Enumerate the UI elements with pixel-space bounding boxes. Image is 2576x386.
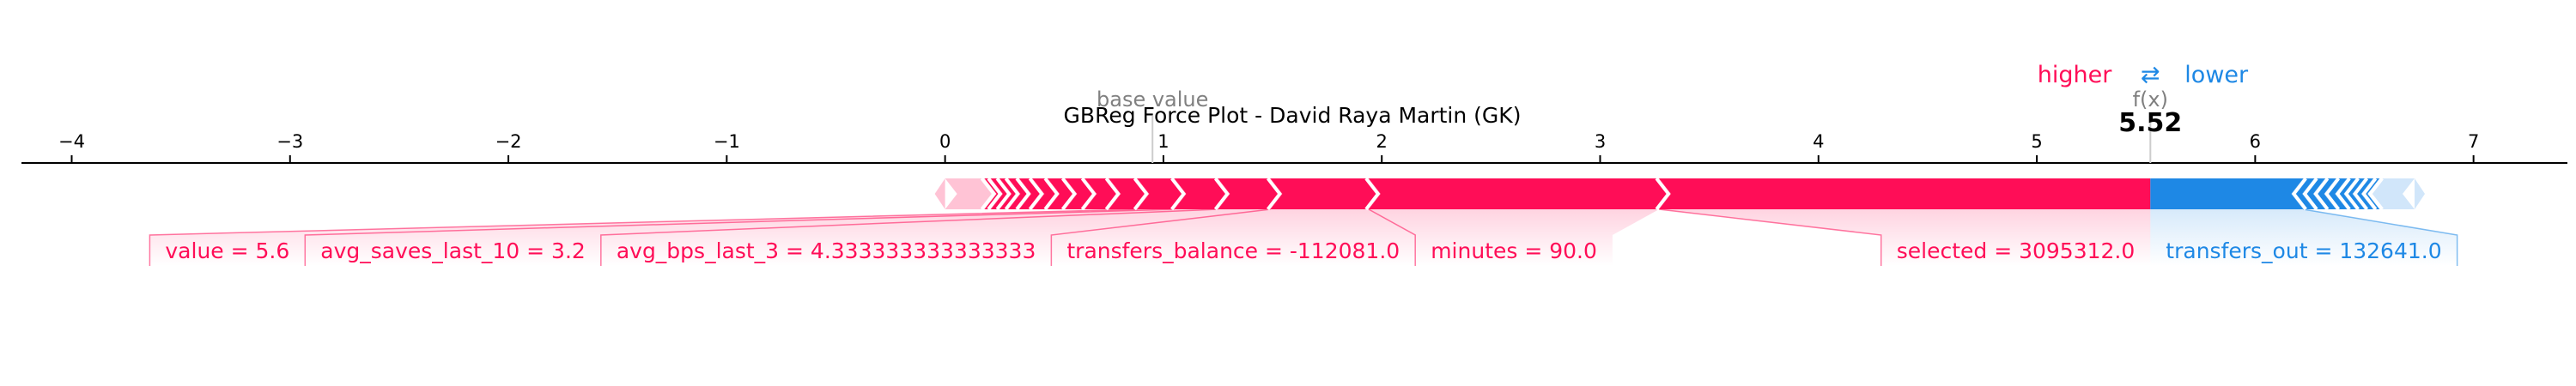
positive-force-arrow [1659, 178, 2151, 209]
x-axis-ticks: −4 −3 −2 −1 0 1 2 3 4 5 6 7 [58, 131, 2479, 163]
legend-lower: lower [2184, 62, 2249, 88]
force-plot: −4 −3 −2 −1 0 1 2 3 4 5 6 7 base value GBReg Force … [21, 62, 2567, 266]
feature-label-positive: minutes = 90.0 [1431, 238, 1597, 263]
feature-label-positive: transfers_balance = -112081.0 [1066, 238, 1400, 263]
x-tick-label: −3 [276, 131, 303, 152]
legend-higher: higher [2038, 62, 2112, 88]
x-tick-label: 3 [1595, 131, 1606, 152]
x-tick-label: 0 [939, 131, 951, 152]
x-tick-label: 1 [1157, 131, 1169, 152]
x-tick-label: −4 [58, 131, 85, 152]
legend-swap-icon: ⇄ [2141, 62, 2160, 88]
x-tick-label: 6 [2250, 131, 2261, 152]
x-tick-label: 2 [1376, 131, 1388, 152]
chart-title: GBReg Force Plot - David Raya Martin (GK… [1064, 103, 1522, 128]
positive-arrow-tail [934, 178, 945, 209]
output-value: 5.52 [2118, 108, 2182, 138]
x-tick-label: −2 [495, 131, 522, 152]
x-tick-label: 5 [2031, 131, 2042, 152]
feature-label-positive: value = 5.6 [165, 238, 289, 263]
feature-label-positive: selected = 3095312.0 [1897, 238, 2136, 263]
x-tick-label: −1 [714, 131, 740, 152]
negative-force-arrow [2150, 178, 2304, 209]
feature-label-negative: transfers_out = 132641.0 [2166, 238, 2441, 263]
feature-labels-layer: selected = 3095312.0 minutes = 90.0 transf… [165, 238, 2441, 263]
feature-label-positive: avg_saves_last_10 = 3.2 [320, 238, 586, 263]
negative-arrow-tail [2414, 178, 2425, 209]
force-arrows-layer [934, 177, 2425, 211]
feature-label-positive: avg_bps_last_3 = 4.333333333333333 [617, 238, 1036, 263]
x-tick-label: 4 [1813, 131, 1824, 152]
positive-force-arrow [1270, 178, 1381, 209]
positive-force-arrow [1368, 178, 1672, 209]
x-tick-label: 7 [2468, 131, 2479, 152]
